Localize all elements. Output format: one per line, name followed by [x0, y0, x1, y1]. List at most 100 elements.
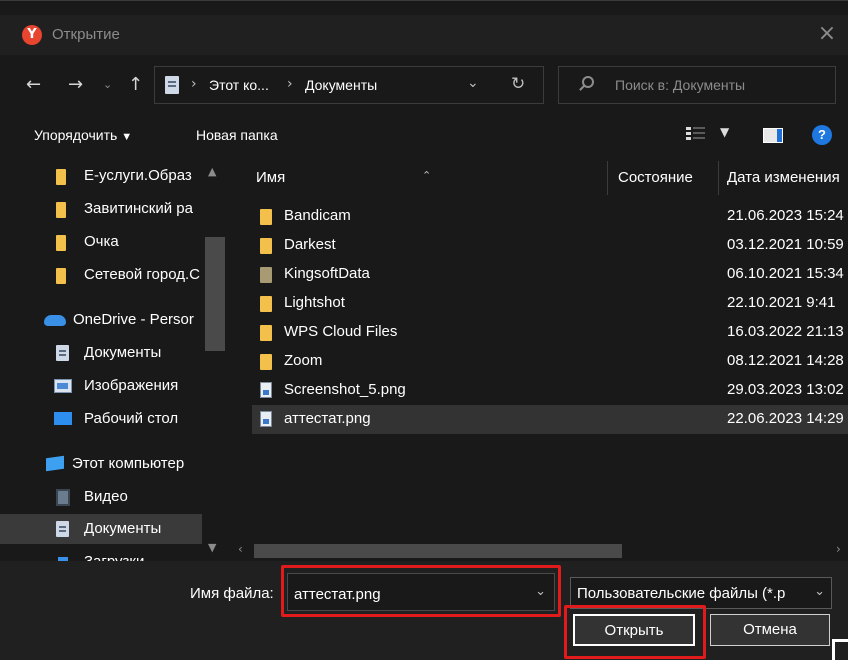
scroll-down-icon[interactable]: ▼ [208, 541, 216, 554]
file-list-horizontal-scrollbar[interactable]: ‹ › [232, 541, 848, 561]
file-name: Screenshot_5.png [284, 381, 406, 398]
up-arrow-icon[interactable]: ↑ [128, 75, 143, 95]
image-file-icon [260, 382, 272, 398]
help-icon[interactable]: ? [812, 125, 832, 145]
file-date: 16.03.2022 21:13 [727, 323, 844, 340]
organize-label: Упорядочить [34, 127, 118, 143]
file-date: 22.10.2021 9:41 [727, 294, 836, 311]
file-row-selected[interactable]: аттестат.png 22.06.2023 14:29 [252, 405, 848, 434]
file-row[interactable]: Bandicam 21.06.2023 15:24 [252, 202, 848, 231]
sidebar-item-pictures[interactable]: Изображения [0, 371, 202, 401]
file-type-value: Пользовательские файлы (*.p [577, 585, 786, 602]
breadcrumb-separator-icon: › [287, 76, 293, 92]
file-date: 21.06.2023 15:24 [727, 207, 844, 224]
video-icon [56, 489, 70, 506]
horizontal-scrollbar-thumb[interactable] [254, 544, 622, 558]
sidebar-item-documents[interactable]: Документы [0, 514, 202, 544]
sidebar-item-label: Загрузки [84, 553, 144, 561]
close-icon[interactable]: × [812, 19, 842, 49]
preview-pane-icon[interactable] [763, 128, 783, 143]
breadcrumb-documents[interactable]: Документы [305, 77, 377, 93]
search-icon [582, 76, 594, 88]
open-file-dialog: Y Открытие × ← → ⌄ ↑ › Этот ко... › Доку… [0, 0, 848, 660]
filename-label: Имя файла: [190, 585, 274, 602]
sidebar-scrollbar[interactable]: ▲ ▼ [202, 157, 230, 561]
search-box[interactable]: Поиск в: Документы [558, 66, 836, 104]
folder-icon [260, 238, 272, 254]
file-date: 03.12.2021 10:59 [727, 236, 844, 253]
sidebar-item-label: OneDrive - Persor [73, 311, 194, 328]
organize-button[interactable]: Упорядочить ▼ [34, 127, 132, 143]
search-placeholder: Поиск в: Документы [615, 77, 746, 93]
documents-icon [165, 76, 179, 94]
sidebar-item-onedrive[interactable]: OneDrive - Persor [0, 305, 202, 335]
documents-icon [56, 521, 69, 537]
cancel-button[interactable]: Отмена [710, 614, 830, 646]
onedrive-icon [44, 315, 66, 326]
sidebar-item-label: Сетевой город.С [84, 266, 201, 283]
file-row[interactable]: Screenshot_5.png 29.03.2023 13:02 [252, 376, 848, 405]
folder-icon [260, 325, 272, 341]
address-dropdown-icon[interactable]: ⌄ [467, 75, 479, 91]
filename-input[interactable]: аттестат.png ⌄ [287, 573, 555, 611]
sidebar-item-ochka[interactable]: Очка [0, 227, 202, 257]
documents-icon [56, 345, 69, 361]
folder-icon [260, 209, 272, 225]
file-name: Zoom [284, 352, 323, 369]
breadcrumb-this-pc[interactable]: Этот ко... [209, 77, 269, 93]
file-name: WPS Cloud Files [284, 323, 398, 340]
sidebar-item-video[interactable]: Видео [0, 482, 202, 512]
dialog-footer: Имя файла: аттестат.png ⌄ Пользовательск… [0, 561, 848, 660]
column-header-status[interactable]: Состояние [608, 157, 718, 199]
desktop-icon [54, 412, 72, 425]
file-row[interactable]: WPS Cloud Files 16.03.2022 21:13 [252, 318, 848, 347]
sidebar-item-downloads[interactable]: Загрузки [0, 547, 202, 561]
recent-locations-chevron-icon[interactable]: ⌄ [103, 75, 112, 95]
sidebar-item-label: Изображения [84, 377, 179, 394]
file-row[interactable]: Lightshot 22.10.2021 9:41 [252, 289, 848, 318]
file-name: Bandicam [284, 207, 351, 224]
change-view-icon[interactable] [686, 127, 708, 143]
forward-arrow-icon[interactable]: → [68, 75, 83, 95]
sidebar-item-label: Этот компьютер [72, 455, 185, 472]
view-dropdown-icon[interactable]: ▼ [720, 125, 729, 139]
command-toolbar: Упорядочить ▼ Новая папка ▼ ? [0, 115, 848, 157]
computer-icon [46, 455, 64, 472]
scroll-right-icon[interactable]: › [836, 542, 841, 556]
column-header-date-label: Дата изменения [727, 169, 840, 186]
sidebar-item-label: Документы [84, 344, 162, 361]
sidebar-item-zavitinsky[interactable]: Завитинский ра [0, 194, 202, 224]
image-file-icon [260, 411, 272, 427]
sidebar-item-this-pc[interactable]: Этот компьютер [0, 449, 202, 479]
resize-corner [832, 639, 848, 660]
file-row[interactable]: Zoom 08.12.2021 14:28 [252, 347, 848, 376]
sidebar-item-e-uslugi[interactable]: Е-услуги.Образ [0, 161, 202, 191]
file-name: Lightshot [284, 294, 345, 311]
chevron-down-icon[interactable]: ⌄ [535, 584, 546, 599]
sidebar-scrollbar-thumb[interactable] [205, 237, 225, 351]
column-header-name[interactable]: ⌃ Имя [232, 157, 607, 199]
back-arrow-icon[interactable]: ← [26, 75, 41, 95]
column-header-date[interactable]: Дата изменения [719, 157, 848, 199]
new-folder-button[interactable]: Новая папка [196, 127, 278, 143]
navigation-pane: Е-услуги.Образ Завитинский ра Очка Сетев… [0, 157, 230, 561]
scroll-up-icon[interactable]: ▲ [208, 165, 216, 178]
column-header-name-label: Имя [256, 169, 286, 186]
folder-icon [260, 354, 272, 370]
sidebar-item-label: Завитинский ра [84, 200, 193, 217]
folder-icon [260, 267, 272, 283]
chevron-down-icon: ⌄ [814, 584, 825, 599]
sidebar-item-setevoy-gorod[interactable]: Сетевой город.С [0, 260, 202, 290]
sidebar-item-desktop[interactable]: Рабочий стол [0, 404, 202, 434]
folder-icon [56, 268, 66, 284]
file-row[interactable]: KingsoftData 06.10.2021 15:34 [252, 260, 848, 289]
sidebar-item-onedrive-documents[interactable]: Документы [0, 338, 202, 368]
file-list: ⌃ Имя Состояние Дата изменения Bandicam … [232, 157, 848, 561]
file-date: 29.03.2023 13:02 [727, 381, 844, 398]
file-date: 22.06.2023 14:29 [727, 410, 844, 427]
open-button[interactable]: Открыть [573, 614, 695, 646]
address-bar[interactable]: › Этот ко... › Документы ⌄ ↻ [154, 66, 544, 104]
refresh-icon[interactable]: ↻ [511, 74, 525, 94]
file-row[interactable]: Darkest 03.12.2021 10:59 [252, 231, 848, 260]
scroll-left-icon[interactable]: ‹ [238, 542, 243, 556]
